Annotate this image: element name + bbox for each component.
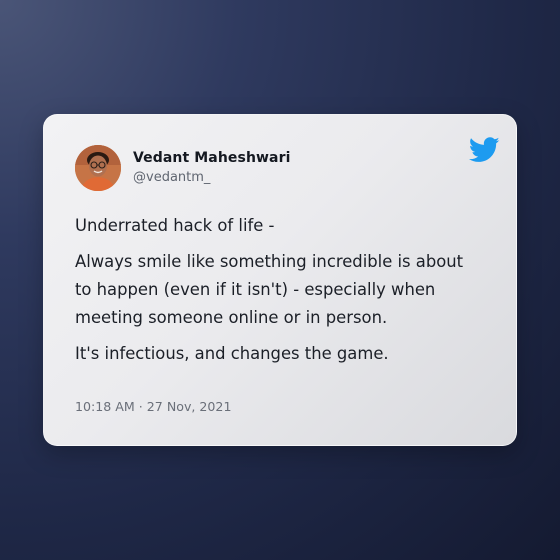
author-handle[interactable]: @vedantm_ bbox=[133, 170, 210, 185]
avatar-image bbox=[75, 145, 121, 191]
tweet-paragraph: Underrated hack of life - bbox=[75, 216, 275, 235]
avatar[interactable] bbox=[75, 145, 121, 191]
tweet-timestamp[interactable]: 10:18 AM · 27 Nov, 2021 bbox=[75, 399, 231, 414]
author-name[interactable]: Vedant Maheshwari bbox=[133, 150, 291, 166]
twitter-bird-icon bbox=[469, 137, 500, 162]
tweet-paragraph: It's infectious, and changes the game. bbox=[75, 344, 389, 363]
tweet-card: Vedant Maheshwari @vedantm_ Underrated h… bbox=[43, 114, 517, 446]
tweet-text: Underrated hack of life - Always smile l… bbox=[75, 212, 495, 376]
tweet-paragraph: Always smile like something incredible i… bbox=[75, 252, 464, 327]
